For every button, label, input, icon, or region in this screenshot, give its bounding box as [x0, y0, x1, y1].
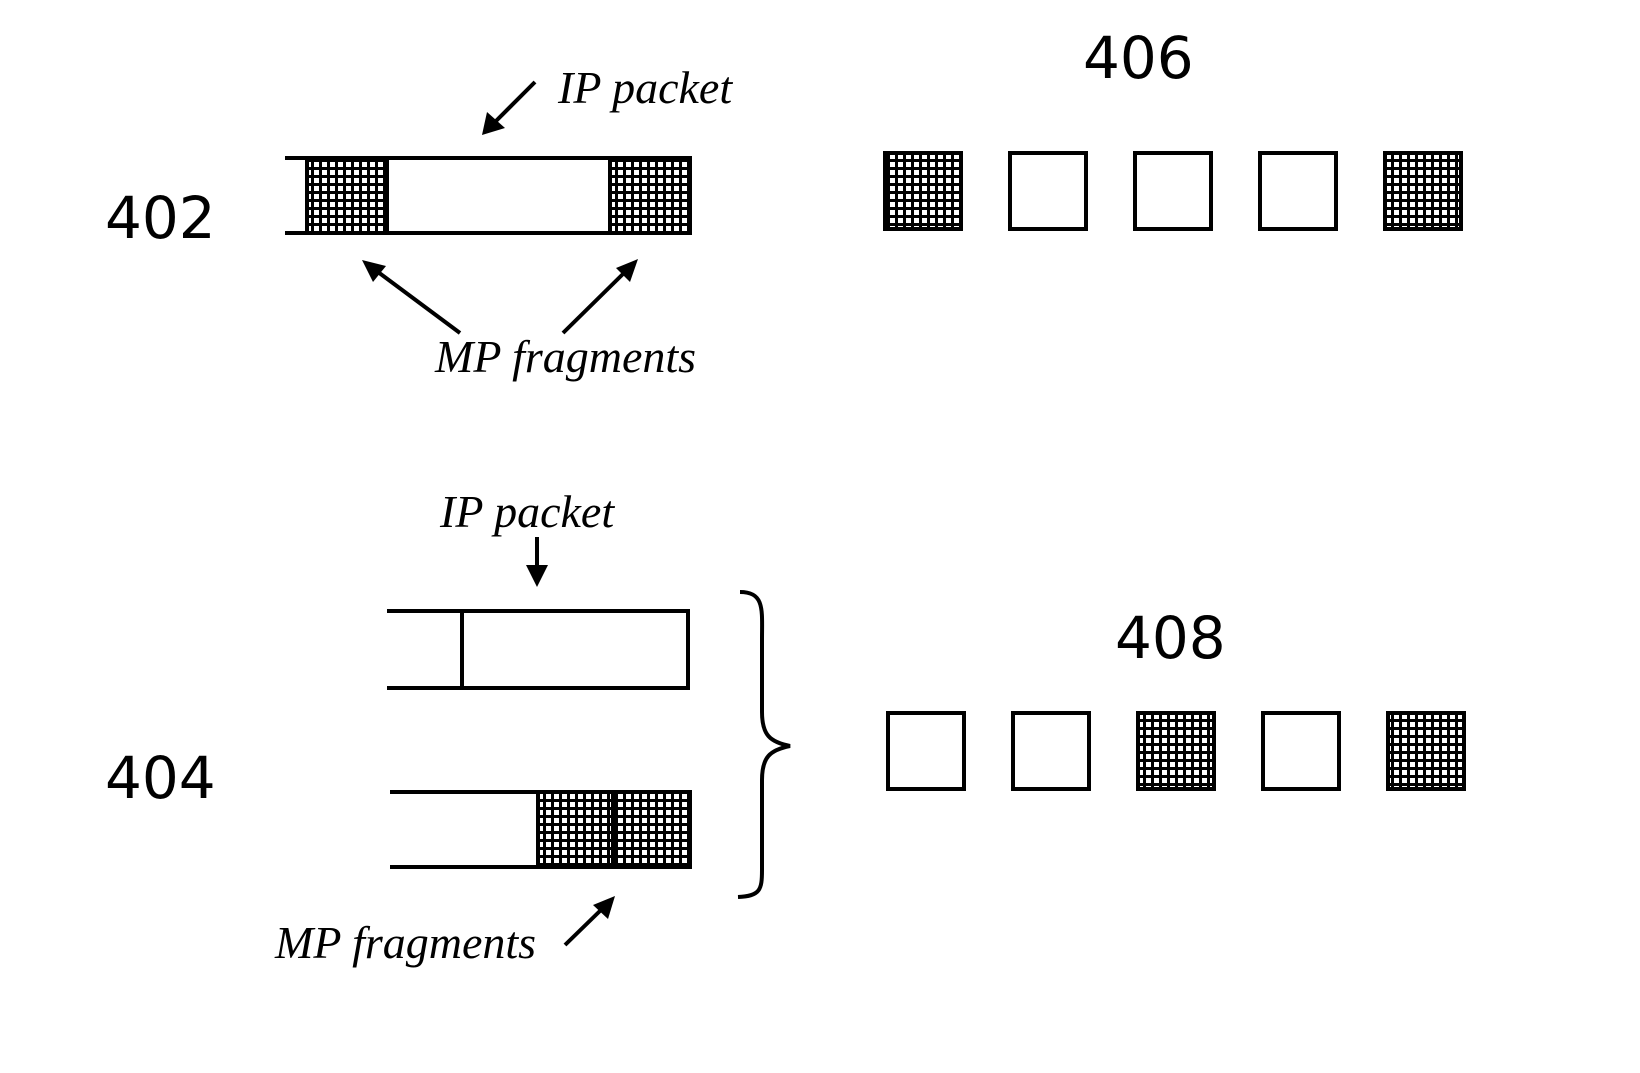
- ip-packet-402: [285, 156, 692, 235]
- sequence-408: [886, 711, 1466, 791]
- arrow-ip-packet-top: [488, 80, 537, 129]
- mp-fragment-square: [1386, 711, 1466, 791]
- empty-slot-square: [1261, 711, 1341, 791]
- label-mp-fragments-top: MP fragments: [434, 331, 696, 382]
- label-mp-fragments-bottom: MP fragments: [274, 917, 536, 968]
- label-ip-packet-bottom: IP packet: [439, 486, 615, 537]
- empty-slot-square: [1258, 151, 1338, 231]
- diagram: 402 IP packet MP fragments 406 IP packet…: [105, 24, 1466, 968]
- mp-fragment-right: [608, 156, 692, 235]
- empty-slot-square: [1008, 151, 1088, 231]
- ref-402: 402: [105, 184, 216, 252]
- empty-slot-square: [886, 711, 966, 791]
- ref-408: 408: [1115, 604, 1226, 672]
- ref-404: 404: [105, 744, 216, 812]
- brace: [737, 590, 791, 899]
- arrowhead-icon: [362, 260, 386, 282]
- ref-406: 406: [1083, 24, 1194, 92]
- label-ip-packet-top: IP packet: [557, 62, 733, 113]
- mp-fragment-left: [305, 156, 389, 235]
- arrow-mp-right: [561, 270, 627, 335]
- arrow-mp-bottom: [563, 906, 605, 947]
- arrowhead-icon: [526, 565, 548, 587]
- mp-fragment-square: [883, 151, 963, 231]
- arrow-mp-left: [376, 270, 462, 335]
- ip-packet-404-upper: [387, 609, 690, 690]
- empty-slot-square: [1011, 711, 1091, 791]
- mp-fragment-square: [1383, 151, 1463, 231]
- mp-fragment-square: [1136, 711, 1216, 791]
- ip-packet-404-lower: [390, 790, 692, 869]
- sequence-406: [883, 151, 1463, 231]
- empty-slot-square: [1133, 151, 1213, 231]
